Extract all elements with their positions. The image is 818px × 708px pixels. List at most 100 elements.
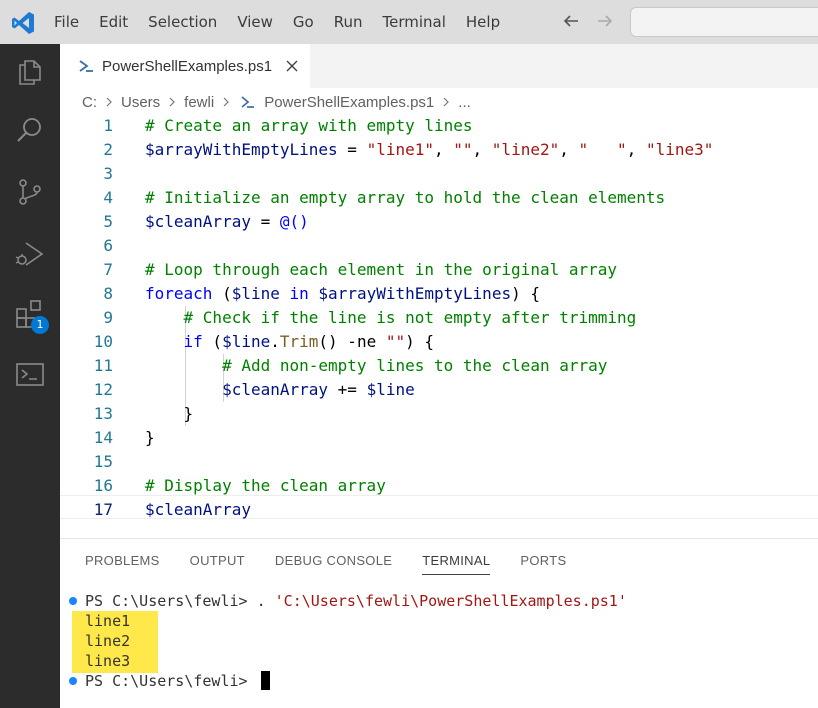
- menu-file[interactable]: File: [44, 0, 89, 44]
- code-line[interactable]: 4 # Initialize an empty array to hold the…: [60, 186, 818, 210]
- code-text: }: [145, 402, 194, 426]
- menu-run[interactable]: Run: [324, 0, 373, 44]
- terminal-cursor: [260, 671, 270, 690]
- menu-help[interactable]: Help: [456, 0, 510, 44]
- terminal-command-op: .: [256, 592, 275, 610]
- source-control-icon[interactable]: [14, 176, 46, 208]
- close-icon[interactable]: [284, 58, 300, 74]
- code-token: " ": [578, 140, 627, 159]
- code-line[interactable]: 7 # Loop through each element in the orig…: [60, 258, 818, 282]
- code-line[interactable]: 3: [60, 162, 818, 186]
- explorer-icon[interactable]: [14, 56, 46, 88]
- terminal-command-line: PS C:\Users\fewli> . 'C:\Users\fewli\Pow…: [85, 591, 627, 611]
- menu-view[interactable]: View: [227, 0, 283, 44]
- tab-powershell-examples[interactable]: PowerShellExamples.ps1: [60, 44, 310, 88]
- code-token: $line: [366, 380, 415, 399]
- code-text: # Initialize an empty array to hold the …: [145, 186, 665, 210]
- terminal-output-line: line2: [85, 632, 131, 650]
- line-number: 5: [103, 212, 113, 231]
- chevron-right-icon: [223, 97, 230, 107]
- tab-debug-console[interactable]: DEBUG CONSOLE: [275, 553, 392, 575]
- code-token: (: [202, 332, 223, 351]
- command-status-icon: [69, 597, 77, 605]
- powershell-icon[interactable]: [14, 358, 46, 390]
- breadcrumb-drive[interactable]: C:: [80, 94, 99, 111]
- code-line[interactable]: 6: [60, 234, 818, 258]
- line-number: 15: [93, 452, 113, 471]
- menu-go[interactable]: Go: [283, 0, 324, 44]
- code-token: "": [385, 332, 406, 351]
- code-line[interactable]: 8 foreach ($line in $arrayWithEmptyLines)…: [60, 282, 818, 306]
- code-token: # Initialize an empty array to hold the …: [145, 188, 666, 207]
- command-status-icon: [69, 677, 77, 685]
- terminal-prompt-line: PS C:\Users\fewli>: [85, 671, 270, 691]
- code-text: # Add non-empty lines to the clean array: [145, 354, 607, 378]
- tab-terminal[interactable]: TERMINAL: [422, 553, 491, 575]
- breadcrumb: C: Users fewli PowerShellExamples.ps1 ..…: [80, 91, 473, 113]
- line-number: 8: [103, 284, 113, 303]
- forward-arrow-icon[interactable]: [594, 10, 616, 32]
- code-line[interactable]: 5 $cleanArray = @(): [60, 210, 818, 234]
- line-number: 7: [103, 260, 113, 279]
- code-text: $cleanArray += $line: [145, 378, 415, 402]
- line-number: 1: [103, 116, 113, 135]
- command-center-search[interactable]: [630, 7, 818, 37]
- code-line[interactable]: 16 # Display the clean array: [60, 474, 818, 498]
- terminal-command-path: 'C:\Users\fewli\PowerShellExamples.ps1': [274, 592, 627, 610]
- code-token: Trim: [279, 332, 319, 351]
- code-line[interactable]: 2 $arrayWithEmptyLines = "line1", "", "li…: [60, 138, 818, 162]
- line-number: 2: [103, 140, 113, 159]
- code-token: $arrayWithEmptyLines: [145, 140, 338, 159]
- code-token: # Loop through each element in the origi…: [145, 260, 618, 279]
- extensions-badge: 1: [31, 316, 49, 334]
- code-line[interactable]: 10 if ($line.Trim() -ne "") {: [60, 330, 818, 354]
- code-token: $line: [222, 332, 271, 351]
- terminal-output-line: line1: [85, 612, 131, 630]
- tab-problems[interactable]: PROBLEMS: [85, 553, 160, 575]
- menu-bar: File Edit Selection View Go Run Terminal…: [44, 0, 510, 44]
- code-line[interactable]: 1 # Create an array with empty lines: [60, 114, 818, 138]
- search-icon[interactable]: [14, 114, 46, 146]
- powershell-file-icon: [241, 96, 255, 108]
- code-text: # Display the clean array: [145, 474, 386, 498]
- code-token: "line1": [366, 140, 434, 159]
- code-line[interactable]: 14}: [60, 426, 818, 450]
- line-number: 16: [93, 476, 113, 495]
- code-token: $cleanArray: [145, 500, 251, 519]
- code-text: # Check if the line is not empty after t…: [145, 306, 637, 330]
- code-text: }: [145, 426, 155, 450]
- menu-terminal[interactable]: Terminal: [373, 0, 456, 44]
- code-token: ) {: [405, 332, 435, 351]
- tab-ports[interactable]: PORTS: [520, 553, 566, 575]
- code-line[interactable]: 13 }: [60, 402, 818, 426]
- code-token: if: [183, 332, 203, 351]
- code-line[interactable]: 17 $cleanArray: [60, 498, 818, 522]
- menu-selection[interactable]: Selection: [138, 0, 227, 44]
- code-token: in: [289, 284, 309, 303]
- code-text: $cleanArray: [145, 498, 251, 522]
- breadcrumb-more[interactable]: ...: [456, 94, 473, 111]
- code-token: ,: [434, 140, 454, 159]
- code-line[interactable]: 9 # Check if the line is not empty after…: [60, 306, 818, 330]
- code-editor[interactable]: 1 # Create an array with empty lines 2 $arr…: [60, 114, 818, 522]
- tab-output[interactable]: OUTPUT: [190, 553, 245, 575]
- code-line[interactable]: 11 # Add non-empty lines to the clean ar…: [60, 354, 818, 378]
- code-line[interactable]: 12 $cleanArray += $line: [60, 378, 818, 402]
- line-number: 13: [93, 404, 113, 423]
- breadcrumb-file[interactable]: PowerShellExamples.ps1: [262, 94, 436, 111]
- breadcrumb-users[interactable]: Users: [119, 94, 162, 111]
- line-number: 14: [93, 428, 113, 447]
- back-arrow-icon[interactable]: [560, 10, 582, 32]
- menu-edit[interactable]: Edit: [89, 0, 138, 44]
- line-number: 17: [93, 500, 113, 519]
- code-text: foreach ($line in $arrayWithEmptyLines) …: [145, 282, 540, 306]
- code-line[interactable]: 15: [60, 450, 818, 474]
- code-text: $arrayWithEmptyLines = "line1", "", "lin…: [145, 138, 713, 162]
- breadcrumb-user[interactable]: fewli: [182, 94, 216, 111]
- run-debug-icon[interactable]: [14, 238, 46, 270]
